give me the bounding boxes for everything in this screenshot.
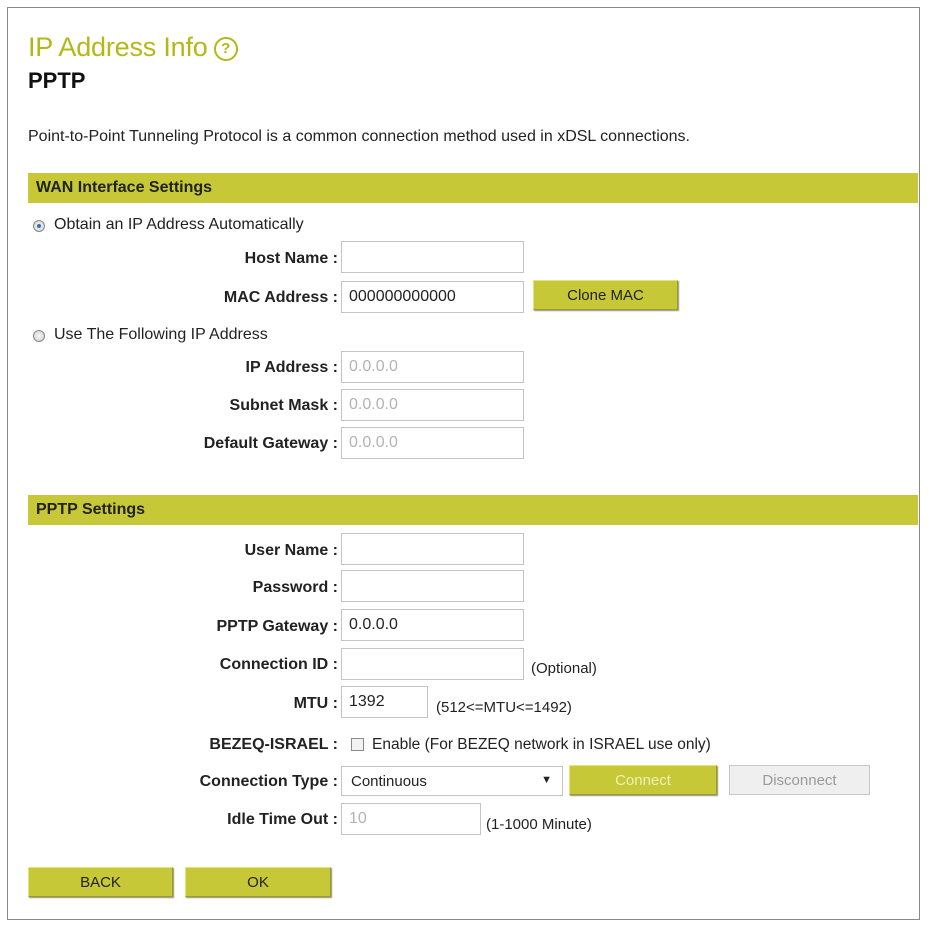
- mac-address-label: MAC Address :: [223, 289, 338, 306]
- auto-ip-radio[interactable]: [33, 220, 45, 232]
- wan-section-header: WAN Interface Settings: [28, 173, 918, 203]
- page-title: IP Address Info?: [28, 32, 238, 63]
- mtu-input[interactable]: [341, 686, 428, 718]
- password-input[interactable]: [341, 570, 524, 602]
- disconnect-button[interactable]: Disconnect: [729, 765, 870, 795]
- page-title-text: IP Address Info: [28, 32, 208, 62]
- idle-timeout-hint: (1-1000 Minute): [486, 816, 592, 833]
- chevron-down-icon: ▼: [541, 774, 552, 786]
- connection-type-label: Connection Type :: [199, 773, 338, 790]
- settings-panel: IP Address Info? PPTP Point-to-Point Tun…: [7, 7, 920, 920]
- connection-type-value: Continuous: [351, 773, 427, 790]
- default-gateway-label: Default Gateway :: [203, 435, 338, 452]
- bezeq-label: BEZEQ-ISRAEL :: [209, 736, 338, 753]
- ip-address-label: IP Address :: [245, 359, 338, 376]
- mac-address-input[interactable]: [341, 281, 524, 313]
- page-subtitle: PPTP: [28, 68, 86, 93]
- ip-address-input[interactable]: [341, 351, 524, 383]
- static-ip-radio[interactable]: [33, 330, 45, 342]
- back-button[interactable]: BACK: [28, 867, 173, 897]
- help-circle-icon[interactable]: ?: [213, 37, 238, 61]
- password-label: Password :: [252, 579, 338, 596]
- pptp-section-header: PPTP Settings: [28, 495, 918, 525]
- mtu-hint: (512<=MTU<=1492): [436, 699, 572, 716]
- subnet-mask-input[interactable]: [341, 389, 524, 421]
- static-ip-label: Use The Following IP Address: [54, 326, 268, 343]
- auto-ip-label: Obtain an IP Address Automatically: [54, 216, 304, 233]
- idle-timeout-input[interactable]: [341, 803, 481, 835]
- mtu-label: MTU :: [293, 695, 338, 712]
- bezeq-checkbox[interactable]: [351, 738, 364, 751]
- bezeq-enable-text: Enable (For BEZEQ network in ISRAEL use …: [372, 736, 711, 753]
- connection-id-input[interactable]: [341, 648, 524, 680]
- user-name-input[interactable]: [341, 533, 524, 565]
- user-name-label: User Name :: [244, 542, 338, 559]
- connection-id-hint: (Optional): [531, 660, 597, 677]
- page-description: Point-to-Point Tunneling Protocol is a c…: [28, 128, 690, 145]
- clone-mac-button[interactable]: Clone MAC: [533, 280, 678, 310]
- pptp-gateway-input[interactable]: [341, 609, 524, 641]
- subnet-mask-label: Subnet Mask :: [229, 397, 338, 414]
- connection-type-select[interactable]: Continuous ▼: [341, 766, 563, 796]
- ok-button[interactable]: OK: [185, 867, 331, 897]
- host-name-label: Host Name :: [244, 250, 338, 267]
- default-gateway-input[interactable]: [341, 427, 524, 459]
- connect-button[interactable]: Connect: [569, 765, 717, 795]
- connection-id-label: Connection ID :: [219, 656, 338, 673]
- idle-timeout-label: Idle Time Out :: [227, 811, 338, 828]
- host-name-input[interactable]: [341, 241, 524, 273]
- pptp-gateway-label: PPTP Gateway :: [216, 618, 338, 635]
